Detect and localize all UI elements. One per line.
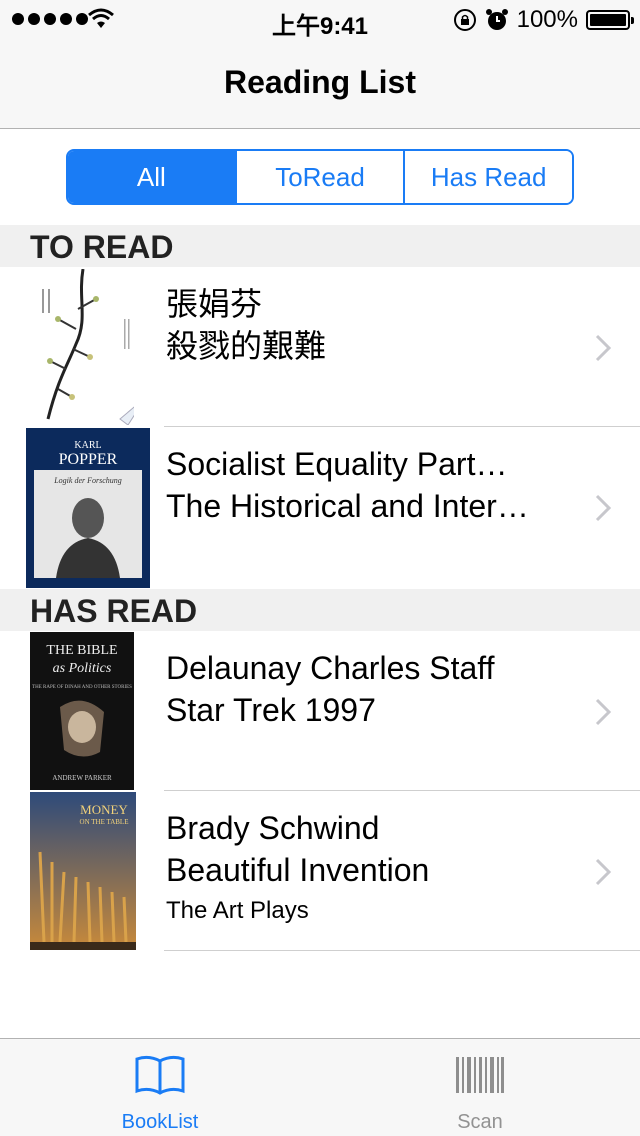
cover-text: Logik der Forschung xyxy=(53,476,122,485)
section-title: TO READ xyxy=(30,229,174,265)
tab-scan[interactable]: Scan xyxy=(320,1039,640,1136)
book-row[interactable]: MONEY ON THE TABLE Brady Schwind Beautif… xyxy=(0,791,640,951)
row-divider xyxy=(164,950,640,951)
alarm-icon xyxy=(485,9,508,30)
page-title: Reading List xyxy=(223,64,416,100)
tab-booklist[interactable]: BookList xyxy=(0,1039,320,1136)
battery-icon xyxy=(586,10,634,30)
chevron-right-icon xyxy=(595,698,612,726)
chevron-right-icon xyxy=(595,858,612,886)
segment-all[interactable]: All xyxy=(68,151,237,203)
book-cover-image: KARL POPPER Logik der Forschung xyxy=(26,428,150,588)
cover-text: THE BIBLE xyxy=(46,643,117,658)
cover-text: ANDREW PARKER xyxy=(52,774,112,782)
section-header-to-read: TO READ xyxy=(0,225,640,267)
book-author: 張娟芬 xyxy=(166,286,263,322)
segment-to-read[interactable]: ToRead xyxy=(236,151,406,203)
cover-text: POPPER xyxy=(59,451,118,468)
book-row[interactable]: KARL POPPER Logik der Forschung Socialis… xyxy=(0,427,640,588)
status-bar: 上午9:41 100% xyxy=(0,0,640,40)
book-title: 殺戮的艱難 xyxy=(166,328,327,364)
battery-percentage: 100% xyxy=(516,6,578,33)
chevron-right-icon xyxy=(595,334,612,362)
cover-text: MONEY xyxy=(80,802,128,817)
cover-text: ON THE TABLE xyxy=(80,818,129,826)
book-subtitle: The Art Plays xyxy=(166,897,309,924)
tab-bar: BookList Scan xyxy=(0,1038,640,1136)
barcode-icon xyxy=(456,1057,504,1093)
rotation-lock-icon xyxy=(453,9,476,31)
filter-segmented-control: All ToRead Has Read xyxy=(66,149,574,205)
book-title: The Historical and Inter… xyxy=(166,488,529,524)
book-author: Socialist Equality Part… xyxy=(166,446,508,482)
cover-text: as Politics xyxy=(53,661,112,676)
book-author: Brady Schwind xyxy=(166,810,380,846)
section-title: HAS READ xyxy=(30,593,198,629)
book-row[interactable]: THE BIBLE as Politics THE RAPE OF DINAH … xyxy=(0,631,640,791)
book-cover-image: THE BIBLE as Politics THE RAPE OF DINAH … xyxy=(30,632,134,790)
screen: 上午9:41 100% Reading List All ToRead Has xyxy=(0,0,640,1136)
filter-bar: All ToRead Has Read xyxy=(0,129,640,225)
book-cover-image: MONEY ON THE TABLE xyxy=(30,792,136,950)
chevron-right-icon xyxy=(595,494,612,522)
book-title: Beautiful Invention xyxy=(166,852,430,888)
section-header-has-read: HAS READ xyxy=(0,589,640,631)
tab-label: BookList xyxy=(121,1111,199,1133)
tab-label: Scan xyxy=(457,1111,503,1133)
navigation-bar: Reading List xyxy=(0,40,640,129)
book-title: Star Trek 1997 xyxy=(166,692,376,728)
cover-text: KARL xyxy=(74,440,101,451)
book-author: Delaunay Charles Staff xyxy=(166,650,495,686)
cover-text: THE RAPE OF DINAH AND OTHER STORIES xyxy=(32,685,132,690)
segment-has-read[interactable]: Has Read xyxy=(405,151,572,203)
book-row[interactable]: 張娟芬 殺戮的艱難 xyxy=(0,267,640,427)
book-icon xyxy=(135,1055,185,1095)
book-cover-image xyxy=(28,269,134,425)
